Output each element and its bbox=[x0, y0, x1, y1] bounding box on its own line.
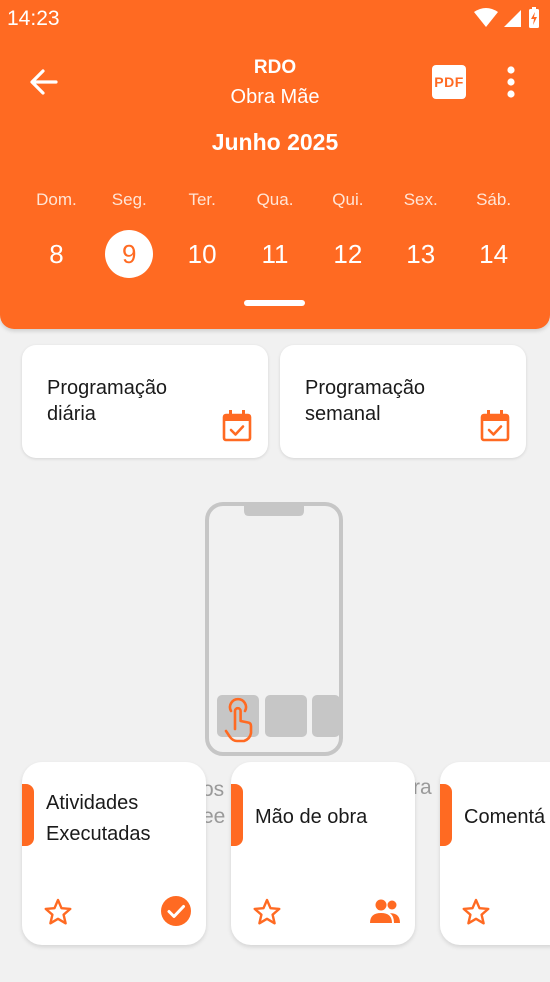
background-text-right: ra bbox=[413, 776, 432, 799]
wifi-icon bbox=[474, 8, 498, 27]
people-icon bbox=[370, 899, 400, 923]
accent-bar bbox=[440, 784, 452, 846]
day-sun[interactable]: Dom. 8 bbox=[20, 190, 93, 278]
day-name: Sáb. bbox=[476, 190, 512, 209]
page-subtitle: Obra Mãe bbox=[230, 86, 320, 108]
pdf-export-button[interactable]: PDF bbox=[432, 65, 466, 99]
day-number: 14 bbox=[479, 239, 509, 269]
status-icons bbox=[474, 7, 540, 29]
day-name: Sex. bbox=[403, 190, 438, 209]
month-label: Junho 2025 bbox=[211, 129, 339, 155]
drag-handle[interactable] bbox=[244, 300, 305, 306]
card-label: Atividades Executadas bbox=[46, 792, 151, 845]
day-number: 9 bbox=[105, 230, 154, 278]
accent-bar bbox=[231, 784, 243, 846]
day-sat[interactable]: Sáb. 14 bbox=[457, 190, 530, 278]
accent-bar bbox=[22, 784, 34, 846]
star-icon[interactable] bbox=[461, 897, 491, 927]
calendar-check-icon bbox=[222, 410, 252, 442]
star-icon[interactable] bbox=[252, 897, 282, 927]
more-options-icon[interactable] bbox=[498, 64, 524, 100]
atividades-executadas-card[interactable]: Atividades Executadas bbox=[22, 762, 206, 945]
card-label: Programação semanal bbox=[305, 377, 426, 425]
day-name: Qua. bbox=[256, 190, 294, 209]
comentarios-card[interactable]: Comentá bbox=[440, 762, 550, 945]
day-name: Ter. bbox=[188, 190, 216, 209]
day-number: 8 bbox=[49, 239, 64, 269]
day-name: Seg. bbox=[111, 190, 147, 209]
mao-de-obra-card[interactable]: Mão de obra bbox=[231, 762, 415, 945]
page-title: RDO bbox=[253, 57, 297, 78]
day-number: 10 bbox=[187, 239, 217, 269]
week-day-selector: Dom. 8 Seg. 9 Ter. 10 Qua. 11 Qui. 12 Se… bbox=[20, 190, 530, 278]
day-name: Qui. bbox=[332, 190, 364, 209]
day-number: 13 bbox=[406, 239, 436, 269]
calendar-check-icon bbox=[480, 410, 510, 442]
day-tue[interactable]: Ter. 10 bbox=[166, 190, 239, 278]
day-number: 11 bbox=[261, 239, 289, 269]
day-fri[interactable]: Sex. 13 bbox=[384, 190, 457, 278]
signal-icon bbox=[504, 10, 521, 27]
programacao-diaria-card[interactable]: Programação diária bbox=[22, 345, 268, 458]
programacao-semanal-card[interactable]: Programação semanal bbox=[280, 345, 526, 458]
app-header: 14:23 RDO Obra Mãe PDF Junho 2025 Dom. 8… bbox=[0, 0, 550, 329]
day-number: 12 bbox=[333, 239, 363, 269]
check-circle-icon bbox=[161, 896, 191, 926]
star-icon[interactable] bbox=[43, 897, 73, 927]
day-thu[interactable]: Qui. 12 bbox=[311, 190, 384, 278]
phone-swipe-illustration-icon bbox=[205, 502, 343, 756]
battery-icon bbox=[529, 7, 539, 28]
status-time: 14:23 bbox=[7, 7, 60, 30]
day-wed[interactable]: Qua. 11 bbox=[239, 190, 312, 278]
day-mon-selected[interactable]: Seg. 9 bbox=[93, 190, 166, 278]
card-label: Mão de obra bbox=[255, 806, 368, 828]
card-label: Comentá bbox=[464, 806, 546, 828]
card-label: Programação diária bbox=[47, 377, 168, 425]
day-name: Dom. bbox=[36, 190, 77, 209]
